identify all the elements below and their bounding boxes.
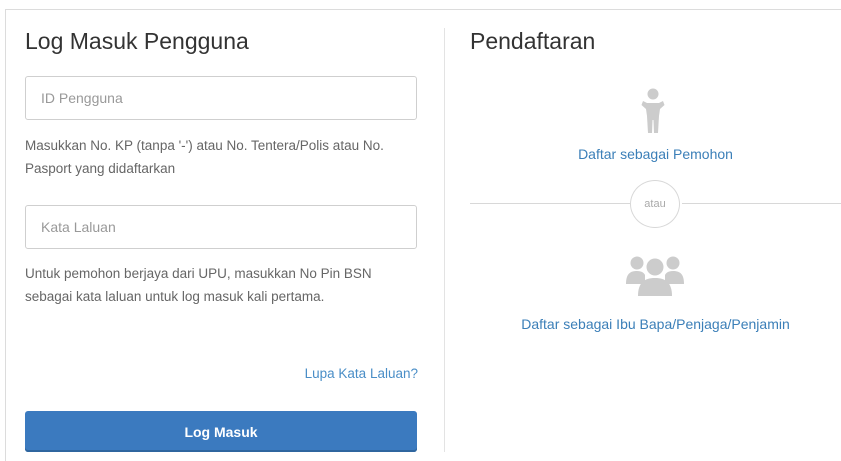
login-button[interactable]: Log Masuk [25,411,417,452]
or-divider-right [682,203,841,204]
password-help-text: Untuk pemohon berjaya dari UPU, masukkan… [25,266,372,304]
person-icon [641,88,665,133]
group-icon [626,256,684,296]
register-title: Pendaftaran [470,28,596,54]
password-input[interactable] [25,205,417,249]
section-divider [444,28,445,452]
user-id-help-text: Masukkan No. KP (tanpa '-') atau No. Ten… [25,138,384,176]
login-title: Log Masuk Pengguna [25,28,249,54]
forgot-password-link[interactable]: Lupa Kata Laluan? [305,366,418,381]
register-applicant-link[interactable]: Daftar sebagai Pemohon [470,146,841,162]
or-separator: atau [630,180,680,228]
register-parent-link[interactable]: Daftar sebagai Ibu Bapa/Penjaga/Penjamin [470,316,841,332]
or-divider-left [470,203,630,204]
user-id-input[interactable] [25,76,417,120]
